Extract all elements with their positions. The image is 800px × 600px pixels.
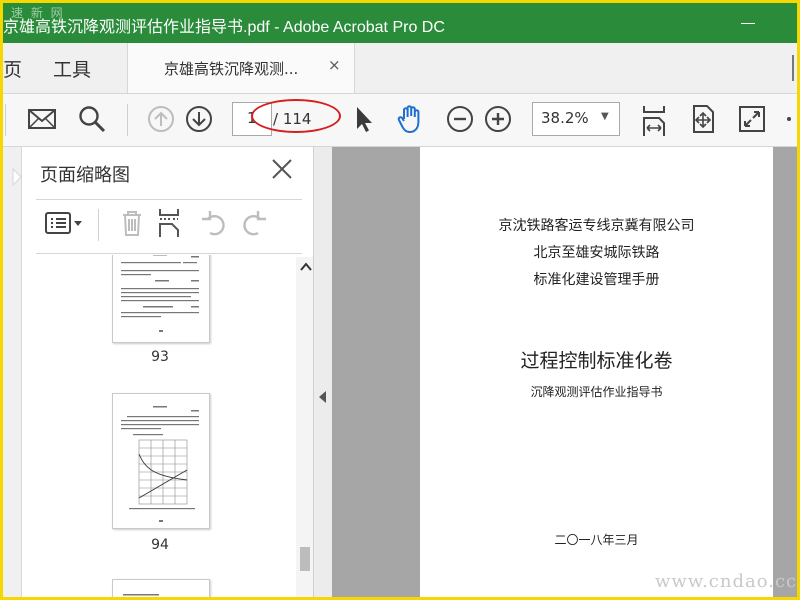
tab-home[interactable]: 页 xyxy=(3,55,22,82)
panel-title: 页面缩略图 xyxy=(40,165,130,186)
chevron-down-icon: ▼ xyxy=(601,111,609,122)
pdf-page: 京沈铁路客运专线京冀有限公司 北京至雄安城际铁路 标准化建设管理手册 过程控制标… xyxy=(420,147,773,597)
next-page-icon[interactable] xyxy=(184,104,214,134)
tab-document[interactable]: 京雄高铁沉降观测... × xyxy=(127,43,355,93)
scrollbar-thumb[interactable] xyxy=(300,547,310,571)
panel-splitter[interactable] xyxy=(313,147,332,597)
window-title: 京雄高铁沉降观测评估作业指导书.pdf - Adobe Acrobat Pro … xyxy=(3,19,445,36)
previous-page-icon[interactable] xyxy=(146,104,176,134)
toolbar-separator xyxy=(5,104,6,136)
zoom-out-icon[interactable] xyxy=(445,104,475,134)
rotate-left-icon[interactable] xyxy=(198,207,230,239)
highlight-ellipse xyxy=(251,99,341,133)
fit-width-icon[interactable] xyxy=(639,104,669,136)
divider xyxy=(98,209,99,241)
tab-overflow-indicator xyxy=(792,55,794,81)
page-thumbnail[interactable] xyxy=(112,579,210,597)
document-subtitle: 沉降观测评估作业指导书 xyxy=(530,385,663,399)
rotate-right-icon[interactable] xyxy=(238,207,270,239)
minimize-button[interactable] xyxy=(741,9,761,31)
search-icon[interactable] xyxy=(77,104,107,134)
document-tab-label: 京雄高铁沉降观测... xyxy=(164,60,299,78)
page-thumbnail[interactable] xyxy=(112,255,210,343)
document-date: 二〇一八年三月 xyxy=(554,533,639,547)
divider xyxy=(36,253,302,254)
thumbnail-scrollbar[interactable] xyxy=(296,257,314,597)
page-thumbnails-panel: 页面缩略图 93 94 xyxy=(21,147,314,597)
company-line: 京沈铁路客运专线京冀有限公司 xyxy=(498,218,695,234)
tab-bar: 页 工具 京雄高铁沉降观测... × xyxy=(3,43,797,94)
hand-tool-icon[interactable] xyxy=(395,104,425,134)
close-tab-button[interactable]: × xyxy=(328,56,341,74)
thumbnail-page-number: 94 xyxy=(151,537,169,553)
full-screen-icon[interactable] xyxy=(737,104,767,134)
collapse-panel-icon[interactable] xyxy=(319,391,326,403)
delete-page-icon[interactable] xyxy=(116,207,148,239)
zoom-select[interactable]: 38.2% ▼ xyxy=(532,102,620,136)
page-thumbnail[interactable] xyxy=(112,393,210,529)
chevron-up-icon[interactable] xyxy=(300,261,312,275)
thumbnail-options-icon[interactable] xyxy=(44,207,82,239)
title-bar: 京雄高铁沉降观测评估作业指导书.pdf - Adobe Acrobat Pro … xyxy=(3,3,797,43)
watermark-logo: 速 新 网 xyxy=(11,6,65,20)
zoom-value: 38.2% xyxy=(541,109,589,127)
close-icon[interactable] xyxy=(268,155,296,183)
left-nav-gutter xyxy=(3,147,21,597)
volume-title: 过程控制标准化卷 xyxy=(520,350,673,372)
site-watermark: www.cndao.cc xyxy=(655,571,797,592)
extract-page-icon[interactable] xyxy=(154,207,186,239)
manual-line: 标准化建设管理手册 xyxy=(533,272,660,288)
acrobat-window: 京雄高铁沉降观测评估作业指导书.pdf - Adobe Acrobat Pro … xyxy=(3,3,797,597)
thumbnail-list: 93 94 xyxy=(22,255,296,597)
more-tools-icon[interactable] xyxy=(783,104,797,134)
divider xyxy=(36,199,302,200)
railway-line: 北京至雄安城际铁路 xyxy=(533,245,660,261)
document-view: 京沈铁路客运专线京冀有限公司 北京至雄安城际铁路 标准化建设管理手册 过程控制标… xyxy=(332,147,797,597)
email-icon[interactable] xyxy=(27,104,57,134)
select-cursor-icon[interactable] xyxy=(348,104,378,134)
toolbar: 1 / 114 38.2% ▼ xyxy=(3,94,797,147)
tab-tools[interactable]: 工具 xyxy=(53,55,91,82)
toolbar-separator xyxy=(127,104,128,136)
zoom-in-icon[interactable] xyxy=(483,104,513,134)
thumbnail-page-number: 93 xyxy=(151,349,169,365)
fit-page-icon[interactable] xyxy=(688,104,718,134)
